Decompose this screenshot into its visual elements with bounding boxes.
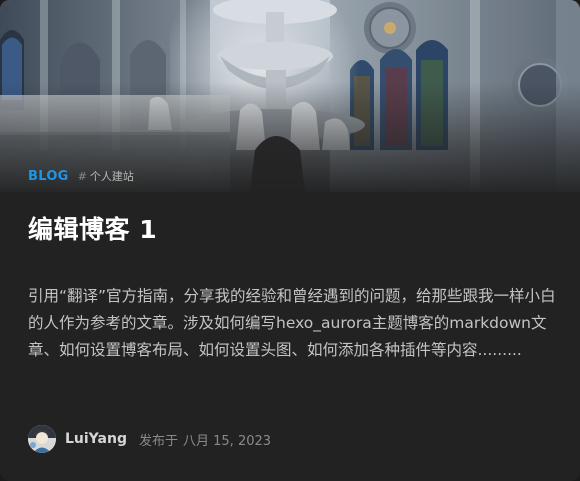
post-meta: BLOG # 个人建站 <box>28 168 134 184</box>
category-link[interactable]: BLOG <box>28 169 69 184</box>
publish-date: 八月 15, 2023 <box>183 433 272 449</box>
tag-label: 个人建站 <box>89 170 134 183</box>
author-name[interactable]: LuiYang <box>65 431 127 447</box>
post-author-info: LuiYang 发布于 八月 15, 2023 <box>28 425 271 453</box>
tag-link[interactable]: # 个人建站 <box>78 168 134 184</box>
post-title[interactable]: 编辑博客 1 <box>28 210 157 246</box>
publish-label: 发布于 <box>138 433 178 449</box>
post-cover-image[interactable] <box>0 0 580 192</box>
post-card[interactable]: BLOG # 个人建站 编辑博客 1 引用“翻译”官方指南，分享我的经验和曾经遇到… <box>0 0 580 481</box>
tag-hash-icon: # <box>77 170 87 183</box>
author-avatar[interactable] <box>28 425 56 453</box>
post-excerpt: 引用“翻译”官方指南，分享我的经验和曾经遇到的问题，给那些跟我一样小白的人作为参… <box>28 287 556 359</box>
